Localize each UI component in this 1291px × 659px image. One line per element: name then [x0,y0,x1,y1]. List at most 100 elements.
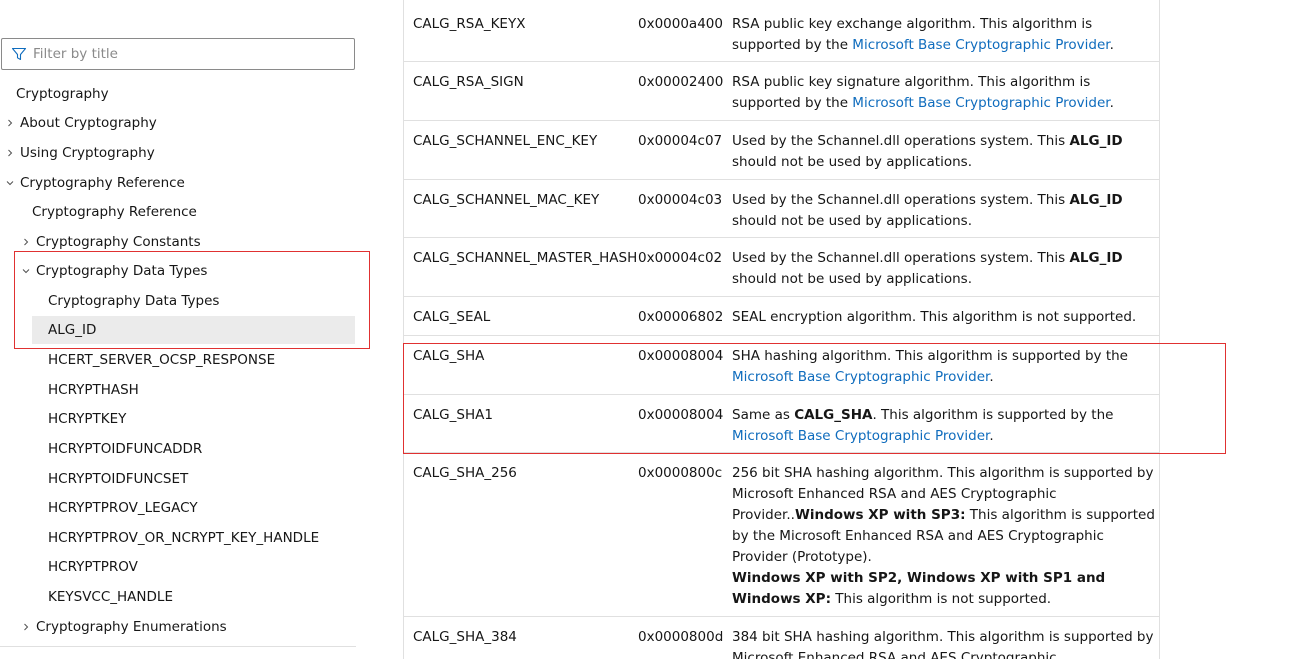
toc-item-label: Cryptography Data Types [36,263,208,279]
alg-description-cell: SHA hashing algorithm. This algorithm is… [732,346,1156,388]
alg-description-cell: Used by the Schannel.dll operations syst… [732,190,1156,232]
toc-item[interactable]: HCRYPTOIDFUNCSET [48,465,188,493]
alg-name-cell: CALG_SCHANNEL_MAC_KEY [413,192,600,208]
description-text: . This algorithm is supported by the [872,407,1114,423]
alg-description-cell: Same as CALG_SHA. This algorithm is supp… [732,405,1156,447]
description-text: . [989,428,994,444]
toc-item-label: About Cryptography [20,115,157,131]
alg-name-cell: CALG_RSA_SIGN [413,74,524,90]
toc-item[interactable]: Cryptography Reference [4,169,185,197]
bold-text: ALG_ID [1069,250,1123,266]
alg-description-cell: Used by the Schannel.dll operations syst… [732,248,1156,290]
toc-item-label: Cryptography Data Types [48,293,220,309]
description-text: SHA hashing algorithm. This algorithm is… [732,348,1128,364]
table-row: CALG_SEAL 0x00006802 SEAL encryption algor… [404,297,1159,336]
alg-value-cell: 0x00002400 [638,74,724,90]
toc-item[interactable]: HCRYPTPROV_OR_NCRYPT_KEY_HANDLE [48,524,319,552]
description-text: should not be used by applications. [732,213,972,229]
alg-value-cell: 0x0000a400 [638,16,723,32]
alg-value-cell: 0x00008004 [638,407,724,423]
toc-item[interactable]: HCRYPTPROV_LEGACY [48,494,198,522]
alg-description-cell: RSA public key exchange algorithm. This … [732,14,1156,56]
toc-item-label: Cryptography [16,86,109,102]
description-text: . [1109,95,1114,111]
alg-description-cell: Used by the Schannel.dll operations syst… [732,131,1156,173]
alg-name-cell: CALG_SHA_256 [413,465,517,481]
filter-input[interactable] [33,46,333,62]
table-row: CALG_RSA_SIGN 0x00002400 RSA public key si… [404,62,1159,121]
toc-item-label: ALG_ID [48,322,97,338]
table-row: CALG_SHA1 0x00008004 Same as CALG_SHA. Thi… [404,395,1159,453]
description-text: . [1109,37,1114,53]
provider-link[interactable]: Microsoft Base Cryptographic Provider [732,428,989,444]
chevron-down-icon[interactable] [20,265,32,277]
description-text: should not be used by applications. [732,154,972,170]
alg-description-cell: 384 bit SHA hashing algorithm. This algo… [732,627,1156,659]
alg-description-cell: 256 bit SHA hashing algorithm. This algo… [732,463,1156,610]
alg-value-cell: 0x00006802 [638,309,724,325]
table-row: CALG_SHA_256 0x0000800c 256 bit SHA hashin… [404,453,1159,617]
description-text: SEAL encryption algorithm. This algorith… [732,309,1137,325]
toc-item[interactable]: Cryptography Reference [32,198,197,226]
toc-item-label: KEYSVCC_HANDLE [48,589,173,605]
chevron-down-icon[interactable] [4,177,16,189]
toc-item-label: HCRYPTPROV_OR_NCRYPT_KEY_HANDLE [48,530,320,546]
description-text: Used by the Schannel.dll operations syst… [732,192,1070,208]
description-text: This algorithm is not supported. [830,591,1052,607]
toc-item[interactable]: KEYSVCC_HANDLE [48,583,173,611]
bold-text: ALG_ID [1069,133,1123,149]
provider-link[interactable]: Microsoft Base Cryptographic Provider [852,95,1109,111]
chevron-right-icon[interactable] [4,117,16,129]
toc-item-label: Cryptography Enumerations [36,619,227,635]
alg-value-cell: 0x0000800c [638,465,723,481]
chevron-right-icon[interactable] [4,147,16,159]
table-row: CALG_SCHANNEL_MAC_KEY 0x00004c03 Used by t… [404,180,1159,238]
alg-id-table: CALG_RSA_KEYX 0x0000a400 RSA public key ex… [403,0,1160,659]
alg-name-cell: CALG_SHA [413,348,485,364]
toc-item[interactable]: HCERT_SERVER_OCSP_RESPONSE [48,346,275,374]
alg-name-cell: CALG_SHA_384 [413,629,517,645]
toc-item-label: Using Cryptography [20,145,155,161]
sidebar-divider [0,646,356,647]
provider-link[interactable]: Microsoft Base Cryptographic Provider [852,37,1109,53]
alg-name-cell: CALG_RSA_KEYX [413,16,526,32]
chevron-right-icon[interactable] [20,236,32,248]
toc-item[interactable]: Cryptography Data Types [48,287,219,315]
description-text: Same as [732,407,795,423]
toc-item[interactable]: Using Cryptography [4,139,155,167]
toc-item-label: HCRYPTPROV [48,559,138,575]
bold-text: Windows XP with SP3: [794,507,966,523]
alg-value-cell: 0x0000800d [638,629,724,645]
toc-item[interactable]: HCRYPTOIDFUNCADDR [48,435,202,463]
toc-item[interactable]: Cryptography [16,80,109,108]
table-row: CALG_SHA 0x00008004 SHA hashing algorithm.… [404,336,1159,395]
table-row: CALG_SCHANNEL_MASTER_HASH 0x00004c02 Used … [404,238,1159,297]
toc-item-label: HCRYPTOIDFUNCADDR [48,441,203,457]
toc-item[interactable]: ALG_ID [32,316,355,344]
toc-item-label: Cryptography Reference [32,204,197,220]
toc-item[interactable]: Cryptography Enumerations [20,613,227,641]
toc-item[interactable]: Cryptography Constants [20,228,201,256]
bold-text: CALG_SHA [794,407,873,423]
chevron-right-icon[interactable] [20,621,32,633]
toc-item[interactable]: HCRYPTPROV [48,553,138,581]
provider-link[interactable]: Microsoft Base Cryptographic Provider [732,369,989,385]
table-row: CALG_RSA_KEYX 0x0000a400 RSA public key ex… [404,0,1159,62]
alg-name-cell: CALG_SCHANNEL_MASTER_HASH [413,250,638,266]
alg-value-cell: 0x00008004 [638,348,724,364]
toc-item[interactable]: HCRYPTHASH [48,376,139,404]
toc-item-label: HCRYPTKEY [48,411,127,427]
toc-sidebar: Cryptography About Cryptography Using Cryp… [0,0,372,659]
alg-description-cell: RSA public key signature algorithm. This… [732,72,1156,114]
description-text: Used by the Schannel.dll operations syst… [732,250,1070,266]
toc-item-label: HCRYPTHASH [48,382,139,398]
filter-field[interactable] [1,38,355,70]
description-text: . [989,369,994,385]
toc-item[interactable]: HCRYPTKEY [48,405,126,433]
toc-item[interactable]: Cryptography Data Types [20,257,207,285]
toc-item[interactable]: About Cryptography [4,109,157,137]
description-text: 384 bit SHA hashing algorithm. This algo… [732,629,1154,659]
toc-item-label: HCRYPTPROV_LEGACY [48,500,198,516]
alg-value-cell: 0x00004c07 [638,133,723,149]
table-row: CALG_SHA_384 0x0000800d 384 bit SHA hashin… [404,617,1159,659]
